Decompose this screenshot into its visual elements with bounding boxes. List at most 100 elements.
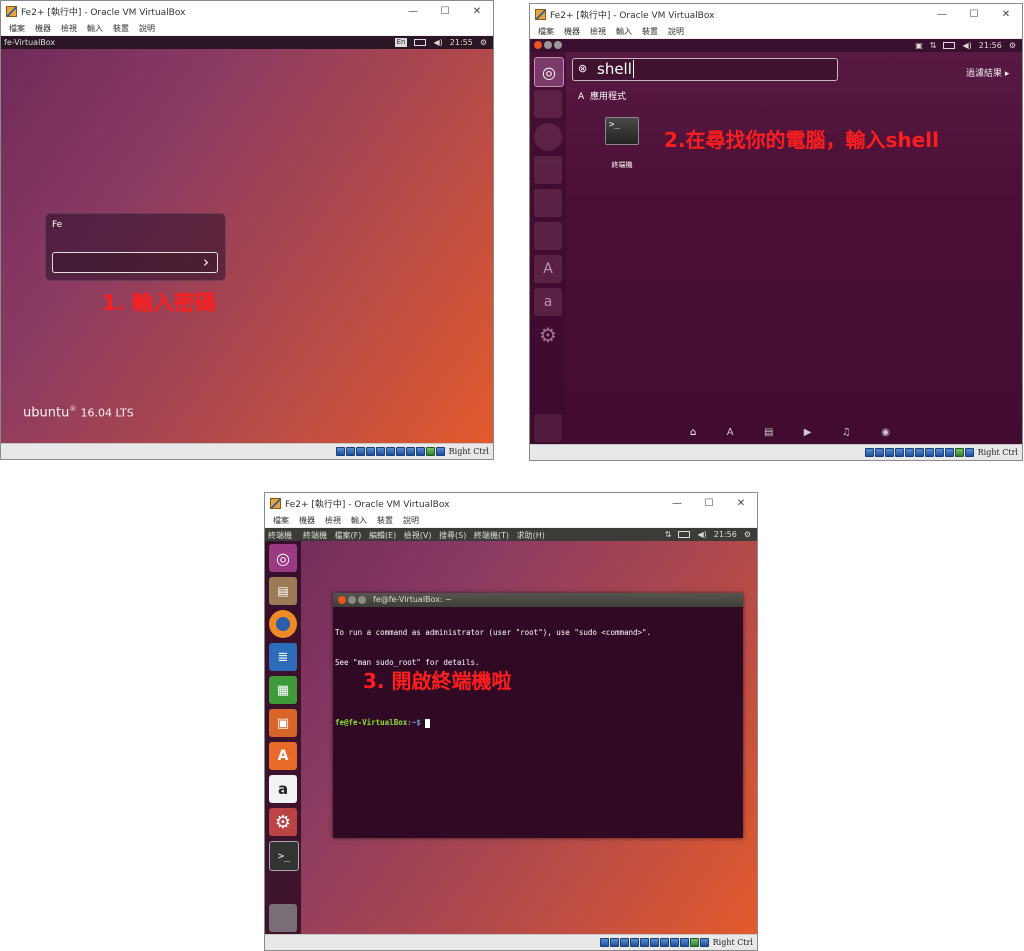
audio-status-icon[interactable] [884, 448, 894, 457]
trash-launcher-icon[interactable] [534, 414, 562, 442]
maximize-button[interactable]: ☐ [693, 493, 725, 513]
app-menu-terminal-t[interactable]: 終端機(T) [474, 531, 509, 540]
cpu-status-icon[interactable] [679, 938, 689, 947]
audio-status-icon[interactable] [355, 447, 365, 456]
software-center-launcher-icon[interactable]: A [534, 255, 562, 283]
window-titlebar[interactable]: Fe2+ [執行中] - Oracle VM VirtualBox — ☐ ✕ [530, 4, 1022, 24]
minimize-button[interactable]: — [397, 1, 429, 21]
trash-icon[interactable] [269, 904, 297, 932]
menu-input[interactable]: 輸入 [351, 515, 367, 526]
menu-view[interactable]: 檢視 [325, 515, 341, 526]
video-icon[interactable]: ▶ [804, 427, 812, 443]
dash-maximize-icon[interactable] [554, 41, 562, 49]
maximize-button[interactable]: ☐ [429, 1, 461, 21]
optical-status-icon[interactable] [874, 448, 884, 457]
window-titlebar[interactable]: Fe2+ [執行中] - Oracle VM VirtualBox — ☐ ✕ [1, 1, 493, 21]
music-icon[interactable]: ♫ [842, 427, 851, 443]
menu-file[interactable]: 檔案 [9, 23, 25, 34]
usb-status-icon[interactable] [375, 447, 385, 456]
amazon-launcher-icon[interactable]: a [534, 288, 562, 316]
writer-icon[interactable]: ≣ [269, 643, 297, 671]
gear-icon[interactable]: ⚙ [1009, 41, 1016, 50]
usb-status-icon[interactable] [639, 938, 649, 947]
writer-launcher-icon[interactable] [534, 156, 562, 184]
firefox-icon[interactable] [269, 610, 297, 638]
keyboard-status-icon[interactable] [964, 448, 974, 457]
impress-launcher-icon[interactable] [534, 222, 562, 250]
audio-status-icon[interactable] [619, 938, 629, 947]
close-button[interactable]: ✕ [461, 1, 493, 21]
network-icon[interactable]: ⇅ [930, 41, 937, 50]
hdd-status-icon[interactable] [335, 447, 345, 456]
menu-help[interactable]: 說明 [668, 26, 684, 37]
menu-file[interactable]: 檔案 [273, 515, 289, 526]
briefcase-icon[interactable]: ▣ [915, 41, 923, 50]
network-icon[interactable]: ⇅ [665, 530, 672, 539]
amazon-icon[interactable]: a [269, 775, 297, 803]
terminal-result-item[interactable]: >_ 終端機 [600, 117, 644, 170]
cpu-status-icon[interactable] [415, 447, 425, 456]
terminal-close-icon[interactable] [338, 596, 346, 604]
shared-folder-status-icon[interactable] [649, 938, 659, 947]
close-button[interactable]: ✕ [725, 493, 757, 513]
menu-machine[interactable]: 機器 [35, 23, 51, 34]
network-status-icon[interactable] [629, 938, 639, 947]
usb-status-icon[interactable] [904, 448, 914, 457]
mouse-integration-icon[interactable] [689, 938, 699, 947]
clock-label[interactable]: 21:56 [979, 41, 1002, 50]
app-menu-file[interactable]: 檔案(F) [335, 531, 362, 540]
settings-icon[interactable]: ⚙ [269, 808, 297, 836]
login-arrow-icon[interactable]: › [203, 253, 209, 272]
capture-status-icon[interactable] [405, 447, 415, 456]
network-status-icon[interactable] [365, 447, 375, 456]
app-menu-search[interactable]: 搜尋(S) [439, 531, 466, 540]
battery-icon[interactable] [943, 42, 956, 49]
display-status-icon[interactable] [924, 448, 934, 457]
terminal-launcher-icon[interactable]: >_ [269, 841, 299, 871]
app-menu-help[interactable]: 求助(H) [517, 531, 545, 540]
apps-icon[interactable]: A [727, 427, 734, 443]
close-button[interactable]: ✕ [990, 4, 1022, 24]
dash-close-icon[interactable] [534, 41, 542, 49]
password-input[interactable] [52, 252, 218, 273]
cpu-status-icon[interactable] [944, 448, 954, 457]
maximize-button[interactable]: ☐ [958, 4, 990, 24]
optical-status-icon[interactable] [345, 447, 355, 456]
gear-icon[interactable]: ⚙ [744, 530, 751, 539]
menu-view[interactable]: 檢視 [61, 23, 77, 34]
dash-search-field[interactable]: ⊗ shell [572, 58, 838, 81]
display-status-icon[interactable] [659, 938, 669, 947]
calc-launcher-icon[interactable] [534, 189, 562, 217]
clock-label[interactable]: 21:56 [714, 530, 737, 539]
dash-minimize-icon[interactable] [544, 41, 552, 49]
capture-status-icon[interactable] [934, 448, 944, 457]
menu-input[interactable]: 輸入 [87, 23, 103, 34]
files-launcher-icon[interactable] [534, 90, 562, 118]
filter-results-button[interactable]: 過濾結果 ▸ [966, 66, 1009, 79]
menu-machine[interactable]: 機器 [299, 515, 315, 526]
shared-folder-status-icon[interactable] [914, 448, 924, 457]
menu-help[interactable]: 說明 [403, 515, 419, 526]
terminal-minimize-icon[interactable] [348, 596, 356, 604]
battery-icon[interactable] [678, 531, 691, 538]
files-launcher-icon[interactable]: ▤ [269, 577, 297, 605]
keyboard-status-icon[interactable] [435, 447, 445, 456]
terminal-titlebar[interactable]: fe@fe-VirtualBox: ~ [333, 593, 743, 607]
terminal-maximize-icon[interactable] [358, 596, 366, 604]
photo-icon[interactable]: ◉ [881, 427, 890, 443]
minimize-button[interactable]: — [926, 4, 958, 24]
app-menu-edit[interactable]: 編輯(E) [369, 531, 396, 540]
impress-icon[interactable]: ▣ [269, 709, 297, 737]
files-icon[interactable]: ▤ [764, 427, 773, 443]
ubuntu-logo-icon[interactable]: ◎ [534, 57, 564, 87]
hdd-status-icon[interactable] [864, 448, 874, 457]
keyboard-layout-indicator[interactable]: En [394, 38, 408, 47]
capture-status-icon[interactable] [669, 938, 679, 947]
volume-icon[interactable]: ◀) [962, 41, 971, 50]
menu-file[interactable]: 檔案 [538, 26, 554, 37]
menu-devices[interactable]: 裝置 [113, 23, 129, 34]
optical-status-icon[interactable] [609, 938, 619, 947]
menu-devices[interactable]: 裝置 [642, 26, 658, 37]
shared-folder-status-icon[interactable] [385, 447, 395, 456]
clock-label[interactable]: 21:55 [450, 38, 473, 47]
